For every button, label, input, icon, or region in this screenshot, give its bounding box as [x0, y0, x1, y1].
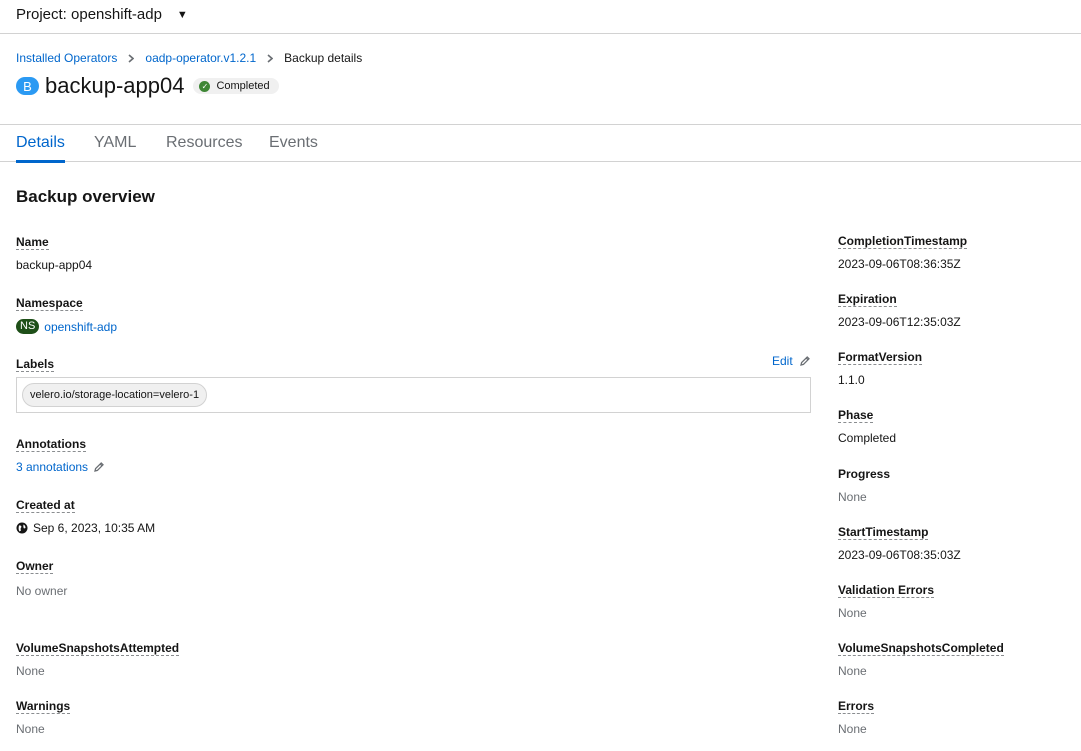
field-progress: Progress None: [838, 465, 890, 504]
field-value: 2023-09-06T12:35:03Z: [838, 315, 961, 329]
field-label: FormatVersion: [838, 350, 923, 365]
status-text: Completed: [216, 80, 270, 92]
field-value: Completed: [838, 431, 897, 445]
pencil-icon: [799, 356, 810, 366]
resource-kind-badge: B: [16, 77, 39, 95]
field-label: Phase: [838, 408, 874, 423]
field-value: None: [16, 664, 45, 678]
field-value: 1.1.0: [838, 373, 865, 387]
field-errors: Errors None: [838, 697, 875, 736]
field-phase: Phase Completed: [838, 406, 896, 445]
breadcrumb-installed-operators[interactable]: Installed Operators: [16, 51, 117, 65]
field-label: Progress: [838, 467, 891, 481]
field-created-at: Created at Sep 6, 2023, 10:35 AM: [16, 496, 155, 535]
breadcrumb-current: Backup details: [284, 51, 363, 65]
pencil-icon[interactable]: [93, 461, 105, 473]
field-value: Sep 6, 2023, 10:35 AM: [33, 521, 156, 535]
page-title: backup-app04: [45, 73, 185, 98]
field-name: Name backup-app04: [16, 233, 92, 272]
section-title: Backup overview: [16, 187, 155, 206]
field-namespace: Namespace NS openshift-adp: [16, 294, 117, 334]
chevron-right-icon: [267, 53, 274, 63]
field-label: Validation Errors: [838, 583, 935, 598]
tab-details[interactable]: Details: [16, 125, 65, 163]
field-label: CompletionTimestamp: [838, 234, 968, 249]
breadcrumb-operator-version[interactable]: oadp-operator.v1.2.1: [145, 51, 256, 65]
field-label: Annotations: [16, 437, 86, 452]
field-label: Name: [16, 235, 49, 250]
label-chip[interactable]: velero.io/storage-location=velero-1: [22, 383, 208, 407]
edit-labels-button[interactable]: Edit: [772, 354, 811, 368]
annotations-link[interactable]: 3 annotations: [16, 460, 88, 474]
check-circle-icon: ✓: [199, 80, 211, 92]
field-label: Labels: [16, 357, 55, 372]
field-annotations: Annotations 3 annotations: [16, 435, 105, 474]
field-value: No owner: [16, 584, 68, 598]
field-value: None: [838, 606, 867, 620]
tab-bar: Details YAML Resources Events: [0, 124, 1081, 163]
project-bar: Project: openshift-adp ▼: [0, 0, 1081, 34]
field-completion-timestamp: CompletionTimestamp 2023-09-06T08:36:35Z: [838, 232, 968, 271]
field-validation-errors: Validation Errors None: [838, 581, 935, 620]
field-format-version: FormatVersion 1.1.0: [838, 348, 923, 387]
field-volume-snapshots-completed: VolumeSnapshotsCompleted None: [838, 639, 1004, 678]
namespace-link[interactable]: openshift-adp: [44, 320, 117, 334]
edit-labels-text: Edit: [772, 354, 793, 368]
field-value: 2023-09-06T08:35:03Z: [838, 548, 961, 562]
field-label: Expiration: [838, 292, 897, 307]
field-owner: Owner No owner: [16, 557, 67, 598]
breadcrumb: Installed Operators oadp-operator.v1.2.1…: [16, 51, 362, 65]
field-value: 2023-09-06T08:36:35Z: [838, 257, 961, 271]
status-badge: ✓ Completed: [193, 78, 279, 94]
field-value: None: [16, 722, 45, 736]
field-label: VolumeSnapshotsAttempted: [16, 641, 180, 656]
namespace-badge: NS: [16, 319, 40, 334]
tab-events[interactable]: Events: [269, 125, 318, 162]
chevron-right-icon: [128, 53, 135, 63]
project-selector[interactable]: Project: openshift-adp ▼: [16, 6, 188, 23]
field-label: Created at: [16, 498, 75, 513]
field-label: Warnings: [16, 699, 71, 714]
field-warnings: Warnings None: [16, 697, 71, 736]
field-label: VolumeSnapshotsCompleted: [838, 641, 1004, 656]
field-start-timestamp: StartTimestamp 2023-09-06T08:35:03Z: [838, 523, 961, 562]
caret-down-icon: ▼: [176, 8, 188, 21]
globe-icon: [16, 522, 28, 534]
field-expiration: Expiration 2023-09-06T12:35:03Z: [838, 290, 961, 329]
field-labels: Labels: [16, 355, 55, 373]
labels-list: velero.io/storage-location=velero-1: [16, 377, 811, 413]
field-value: None: [838, 664, 867, 678]
field-label: Namespace: [16, 296, 83, 311]
field-value: None: [838, 490, 867, 504]
project-selector-label: Project: openshift-adp: [16, 6, 162, 23]
field-label: Owner: [16, 559, 54, 574]
field-volume-snapshots-attempted: VolumeSnapshotsAttempted None: [16, 639, 180, 678]
page-title-row: B backup-app04 ✓ Completed: [16, 73, 279, 99]
field-value: None: [838, 722, 867, 736]
field-label: Errors: [838, 699, 875, 714]
tab-yaml[interactable]: YAML: [94, 125, 136, 162]
field-label: StartTimestamp: [838, 525, 929, 540]
tab-resources[interactable]: Resources: [166, 125, 242, 162]
field-value: backup-app04: [16, 258, 93, 272]
